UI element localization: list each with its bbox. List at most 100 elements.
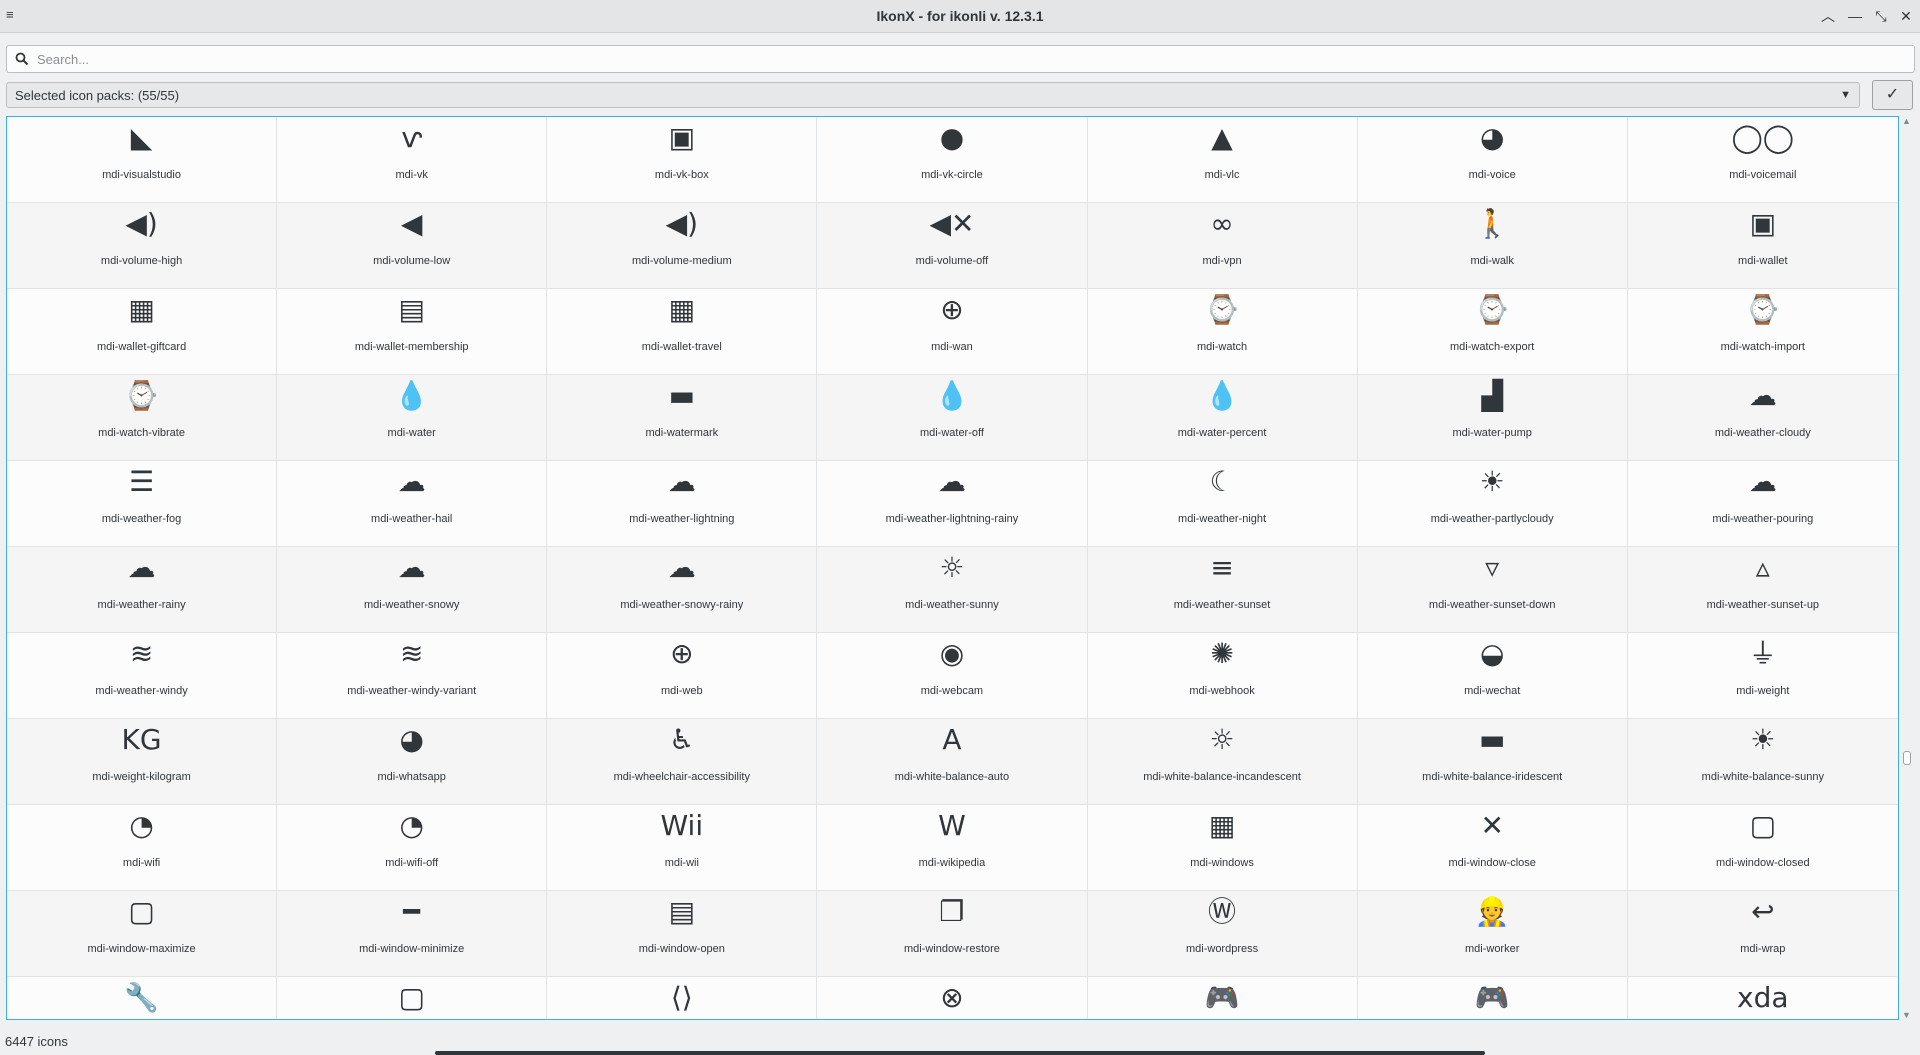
scrollbar-thumb[interactable]: [1903, 751, 1911, 765]
icon-cell[interactable]: 💧 mdi-water-percent: [1087, 375, 1358, 461]
window-maximize-icon: ▢: [128, 895, 155, 928]
icon-cell[interactable]: ≡ mdi-weather-sunset: [1087, 547, 1358, 633]
icon-cell[interactable]: ☁ mdi-weather-cloudy: [1627, 375, 1898, 461]
icon-cell[interactable]: ⊕ mdi-web: [547, 633, 818, 719]
icon-cell[interactable]: ◔ mdi-wifi: [7, 805, 278, 891]
icon-name: mdi-webcam: [920, 685, 984, 697]
icon-cell[interactable]: ☀ mdi-weather-partlycloudy: [1357, 461, 1628, 547]
icon-cell[interactable]: ▦ mdi-windows: [1087, 805, 1358, 891]
restore-button[interactable]: ⤡: [1871, 6, 1891, 26]
icon-cell[interactable]: ● mdi-vk-circle: [817, 117, 1088, 203]
icon-cell[interactable]: ◒ mdi-wechat: [1357, 633, 1628, 719]
icon-cell[interactable]: ◀ mdi-volume-low: [277, 203, 548, 289]
icon-cell[interactable]: ▦ mdi-wallet-travel: [547, 289, 818, 375]
icon-cell[interactable]: ◉ mdi-webcam: [817, 633, 1088, 719]
icon-cell[interactable]: ▬ mdi-watermark: [547, 375, 818, 461]
icon-cell[interactable]: ☾ mdi-weather-night: [1087, 461, 1358, 547]
icon-cell[interactable]: ◕ mdi-whatsapp: [277, 719, 548, 805]
icon-cell[interactable]: ▬ mdi-white-balance-iridescent: [1357, 719, 1628, 805]
icon-cell[interactable]: ▦ mdi-wallet-giftcard: [7, 289, 278, 375]
icon-cell[interactable]: ∞ mdi-vpn: [1087, 203, 1358, 289]
icon-cell[interactable]: ⌚ mdi-watch-export: [1357, 289, 1628, 375]
icon-cell[interactable]: Ⓦmdi-wordpress: [1087, 891, 1358, 977]
icon-packs-select[interactable]: Selected icon packs: (55/55) ▼: [6, 82, 1860, 108]
icon-cell[interactable]: ⌚ mdi-watch-import: [1627, 289, 1898, 375]
icon-cell[interactable]: ▣ mdi-wallet: [1627, 203, 1898, 289]
icon-cell[interactable]: ❐ mdi-window-restore: [817, 891, 1088, 977]
vertical-scrollbar[interactable]: ▲ ▼: [1900, 116, 1914, 1020]
confirm-button[interactable]: ✓: [1872, 80, 1913, 110]
icon-cell[interactable]: ▢ mdi-window-maximize: [7, 891, 278, 977]
icon-cell[interactable]: ▣ mdi-vk-box: [547, 117, 818, 203]
icon-name: mdi-visualstudio: [102, 169, 181, 181]
icon-cell[interactable]: ☼ mdi-white-balance-incandescent: [1087, 719, 1358, 805]
icon-cell[interactable]: ▢: [277, 977, 548, 1019]
icon-cell[interactable]: 🎮: [1088, 977, 1358, 1019]
icon-cell[interactable]: 💧 mdi-water: [277, 375, 548, 461]
icon-cell[interactable]: ☁ mdi-weather-pouring: [1627, 461, 1898, 547]
icon-cell[interactable]: ◀) mdi-volume-high: [7, 203, 278, 289]
shade-button[interactable]: ︿: [1818, 6, 1838, 26]
icon-cell[interactable]: ☁ mdi-weather-snowy: [277, 547, 548, 633]
icon-cell[interactable]: ⊗: [817, 977, 1088, 1019]
icon-cell[interactable]: ⌚ mdi-watch: [1087, 289, 1358, 375]
icon-cell[interactable]: ◣ mdi-visualstudio: [7, 117, 278, 203]
icon-cell[interactable]: ▿ mdi-weather-sunset-down: [1357, 547, 1628, 633]
scroll-up-icon[interactable]: ▲: [1902, 116, 1911, 126]
search-input[interactable]: [37, 49, 1897, 69]
close-button[interactable]: ✕: [1896, 6, 1916, 26]
xbox-controller-icon: 🎮: [1204, 981, 1240, 1014]
icon-cell[interactable]: Amdi-white-balance-auto: [817, 719, 1088, 805]
icon-cell[interactable]: Wii mdi-wii: [547, 805, 818, 891]
icon-cell[interactable]: 🚶 mdi-walk: [1357, 203, 1628, 289]
icon-row: ◣ mdi-visualstudio ⱱ mdi-vk ▣ mdi-vk-box ● mdi-…: [7, 117, 1898, 203]
horizontal-scrollbar[interactable]: [435, 1051, 1485, 1055]
icon-cell[interactable]: Wmdi-wikipedia: [817, 805, 1088, 891]
icon-cell[interactable]: ☀ mdi-white-balance-sunny: [1627, 719, 1898, 805]
icon-cell[interactable]: ☰ mdi-weather-fog: [7, 461, 278, 547]
icon-cell[interactable]: ⟨⟩: [547, 977, 818, 1019]
icon-cell[interactable]: 💧 mdi-water-off: [817, 375, 1088, 461]
icon-cell[interactable]: ✕ mdi-window-close: [1357, 805, 1628, 891]
icon-name: mdi-window-closed: [1716, 857, 1810, 869]
icon-cell[interactable]: ◀) mdi-volume-medium: [547, 203, 818, 289]
icon-cell[interactable]: ☁ mdi-weather-rainy: [7, 547, 278, 633]
icon-cell[interactable]: ☁ mdi-weather-hail: [277, 461, 548, 547]
icon-cell[interactable]: ☼ mdi-weather-sunny: [817, 547, 1088, 633]
icon-cell[interactable]: ≋ mdi-weather-windy: [7, 633, 278, 719]
icon-cell[interactable]: ☁ mdi-weather-snowy-rainy: [547, 547, 818, 633]
icon-cell[interactable]: 👷 mdi-worker: [1357, 891, 1628, 977]
icon-cell[interactable]: ▵ mdi-weather-sunset-up: [1627, 547, 1898, 633]
icon-cell[interactable]: ☁ mdi-weather-lightning-rainy: [817, 461, 1088, 547]
icon-cell[interactable]: ▤ mdi-wallet-membership: [277, 289, 548, 375]
icon-cell[interactable]: ⊕ mdi-wan: [817, 289, 1088, 375]
icon-cell[interactable]: ▟ mdi-water-pump: [1357, 375, 1628, 461]
icon-cell[interactable]: ☁ mdi-weather-lightning: [547, 461, 818, 547]
scroll-down-icon[interactable]: ▼: [1902, 1010, 1911, 1020]
wifi-icon: ◔: [129, 809, 154, 842]
icon-cell[interactable]: xda: [1628, 977, 1898, 1019]
icon-cell[interactable]: ◕ mdi-voice: [1357, 117, 1628, 203]
icon-cell[interactable]: ◔ mdi-wifi-off: [277, 805, 548, 891]
icon-cell[interactable]: ━ mdi-window-minimize: [277, 891, 548, 977]
icon-cell[interactable]: 🔧: [7, 977, 278, 1019]
minimize-button[interactable]: —: [1845, 6, 1865, 26]
icon-cell[interactable]: ⏚ mdi-weight: [1627, 633, 1898, 719]
icon-cell[interactable]: ♿ mdi-wheelchair-accessibility: [547, 719, 818, 805]
icon-row: ☰ mdi-weather-fog ☁ mdi-weather-hail ☁ mdi-we…: [7, 461, 1898, 547]
icon-cell[interactable]: ▢ mdi-window-closed: [1627, 805, 1898, 891]
icon-cell[interactable]: ≋ mdi-weather-windy-variant: [277, 633, 548, 719]
icon-cell[interactable]: ▤ mdi-window-open: [547, 891, 818, 977]
icon-cell[interactable]: ✺ mdi-webhook: [1087, 633, 1358, 719]
icon-cell[interactable]: ▲ mdi-vlc: [1087, 117, 1358, 203]
icon-cell[interactable]: KG mdi-weight-kilogram: [7, 719, 278, 805]
icon-name: mdi-weather-sunset-up: [1706, 599, 1820, 611]
icon-cell[interactable]: ↩ mdi-wrap: [1627, 891, 1898, 977]
icon-name: mdi-window-maximize: [87, 943, 196, 955]
icon-name: mdi-weather-snowy-rainy: [620, 599, 744, 611]
icon-cell[interactable]: ⌚ mdi-watch-vibrate: [7, 375, 278, 461]
icon-cell[interactable]: ◀✕ mdi-volume-off: [817, 203, 1088, 289]
icon-cell[interactable]: 🎮: [1358, 977, 1628, 1019]
icon-cell[interactable]: ⱱ mdi-vk: [277, 117, 548, 203]
icon-cell[interactable]: ◯◯ mdi-voicemail: [1627, 117, 1898, 203]
